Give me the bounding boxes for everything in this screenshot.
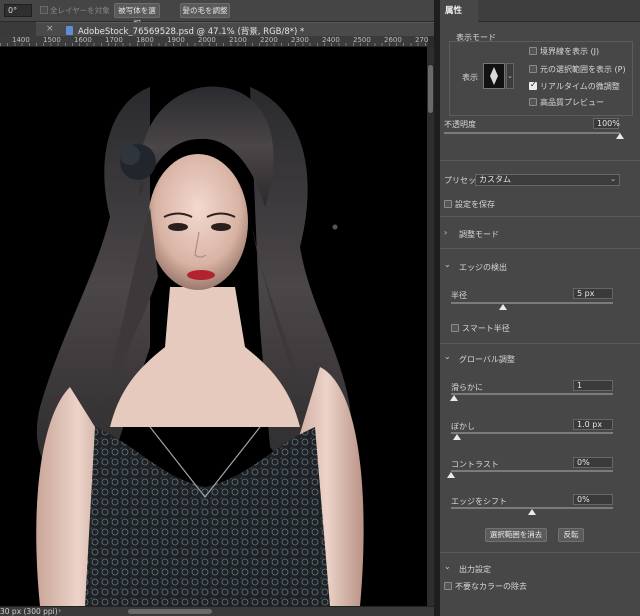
opacity-label: 不透明度 [444,120,476,129]
tab-properties[interactable]: 属性 [440,0,478,22]
feather-slider-track[interactable] [451,432,613,434]
clear-selection-button[interactable]: 選択範囲を消去 [485,528,547,542]
properties-panel: 属性 表示モード 表示 ⌄ 境界線を表示 (J) 元の選択範囲を表示 (P) リ… [440,0,640,616]
view-thumbnail[interactable] [483,63,505,89]
ruler-tick-label: 1800 [136,36,154,44]
realtime-refine-label: リアルタイムの微調整 [540,82,620,91]
options-bar: 0° 全レイヤーを対象 被写体を選択 髪の毛を調整 [0,0,434,28]
show-original-checkbox[interactable] [529,65,537,73]
smooth-slider-track[interactable] [451,393,613,395]
smart-radius-label: スマート半径 [462,324,510,333]
ruler-tick-label: 2100 [229,36,247,44]
horizontal-scroll-thumb[interactable] [128,609,212,614]
select-subject-button[interactable]: 被写体を選択 [114,3,160,28]
feather-field[interactable]: 1.0 px [573,419,613,430]
invert-button[interactable]: 反転 [558,528,584,542]
preset-value: カスタム [479,175,511,184]
radius-field[interactable]: 5 px [573,288,613,299]
view-dropdown-icon[interactable]: ⌄ [506,63,514,89]
status-bar: 30 px (300 ppi) › [0,606,434,616]
radius-slider-track[interactable] [451,302,613,304]
output-settings-title[interactable]: 出力設定 [459,564,491,575]
ruler-tick-label: 2600 [384,36,402,44]
save-settings-label: 設定を保存 [455,200,495,209]
document-info-text: 30 px (300 ppi) [0,607,58,616]
close-tab-icon[interactable]: × [46,24,54,34]
radius-label: 半径 [451,291,467,300]
view-label: 表示 [462,73,478,82]
shift-edge-slider-thumb[interactable] [528,509,536,515]
separator [440,552,640,553]
show-original-label: 元の選択範囲を表示 (P) [540,65,626,74]
global-refine-title[interactable]: グローバル調整 [459,354,515,365]
smart-radius-checkbox[interactable] [451,324,459,332]
opacity-field[interactable]: 100% [593,118,620,129]
opacity-slider-thumb[interactable] [616,133,624,139]
status-menu-arrow-icon[interactable]: › [58,606,61,615]
edge-detection-title[interactable]: エッジの検出 [459,262,507,273]
ruler-tick-label: 2500 [353,36,371,44]
separator [440,343,640,344]
contrast-slider-track[interactable] [451,470,613,472]
chevron-right-icon[interactable]: › [444,228,447,237]
psd-file-icon [66,26,73,35]
show-edge-checkbox[interactable] [529,47,537,55]
ruler-tick-label: 2000 [198,36,216,44]
show-edge-label: 境界線を表示 (J) [540,47,600,56]
radius-slider-thumb[interactable] [498,304,507,310]
adjust-mode-title[interactable]: 調整モード [459,229,499,240]
angle-field[interactable]: 0° [4,4,32,17]
contrast-slider-thumb[interactable] [447,472,455,478]
ruler-tick-label: 1500 [43,36,61,44]
document-tab-bar: × AdobeStock_76569528.psd @ 47.1% (背景, R… [0,22,434,37]
ruler-tick-label: 1400 [12,36,30,44]
sample-all-layers-checkbox[interactable] [40,6,48,14]
smooth-label: 滑らかに [451,383,483,392]
ruler-tick-label: 2300 [291,36,309,44]
refine-hair-button[interactable]: 髪の毛を調整 [180,3,230,18]
smooth-field[interactable]: 1 [573,380,613,391]
image-canvas[interactable] [0,47,427,606]
panel-header: 属性 [440,0,640,22]
decontaminate-colors-checkbox[interactable] [444,582,452,590]
separator [440,216,640,217]
vertical-scroll-thumb[interactable] [428,65,433,113]
horizontal-ruler[interactable]: 1400 1500 1600 1700 1800 1900 2000 2100 2200 2300… [0,36,428,47]
chevron-down-icon[interactable]: ⌄ [444,260,451,269]
sample-all-layers-label: 全レイヤーを対象 [50,6,110,15]
high-quality-preview-label: 高品質プレビュー [540,98,604,107]
ruler-tick-label: 2700 [415,36,428,44]
feather-label: ぼかし [451,422,475,431]
shift-edge-label: エッジをシフト [451,497,507,506]
document-tab[interactable]: × AdobeStock_76569528.psd @ 47.1% (背景, R… [36,22,434,37]
ruler-tick-label: 1900 [167,36,185,44]
decontaminate-colors-label: 不要なカラーの除去 [455,582,527,591]
realtime-refine-checkbox[interactable] [529,80,537,90]
vertical-scrollbar[interactable] [427,47,434,606]
contrast-field[interactable]: 0% [573,457,613,468]
save-settings-checkbox[interactable] [444,200,452,208]
feather-slider-thumb[interactable] [453,434,462,440]
chevron-down-icon[interactable]: ⌄ [444,562,451,571]
ruler-tick-label: 1700 [105,36,123,44]
high-quality-preview-checkbox[interactable] [529,98,537,106]
ruler-tick-label: 2200 [260,36,278,44]
chevron-down-icon[interactable]: ⌄ [444,352,451,361]
ruler-tick-label: 2400 [322,36,340,44]
chevron-down-icon: ⌄ [610,175,616,183]
opacity-slider-track[interactable] [444,132,620,134]
separator [440,248,640,249]
ruler-tick-label: 1600 [74,36,92,44]
portrait-image [36,86,364,606]
shift-edge-field[interactable]: 0% [573,494,613,505]
preset-select[interactable]: カスタム ⌄ [475,174,620,186]
contrast-label: コントラスト [451,460,499,469]
smooth-slider-thumb[interactable] [450,395,459,401]
separator [440,160,640,161]
